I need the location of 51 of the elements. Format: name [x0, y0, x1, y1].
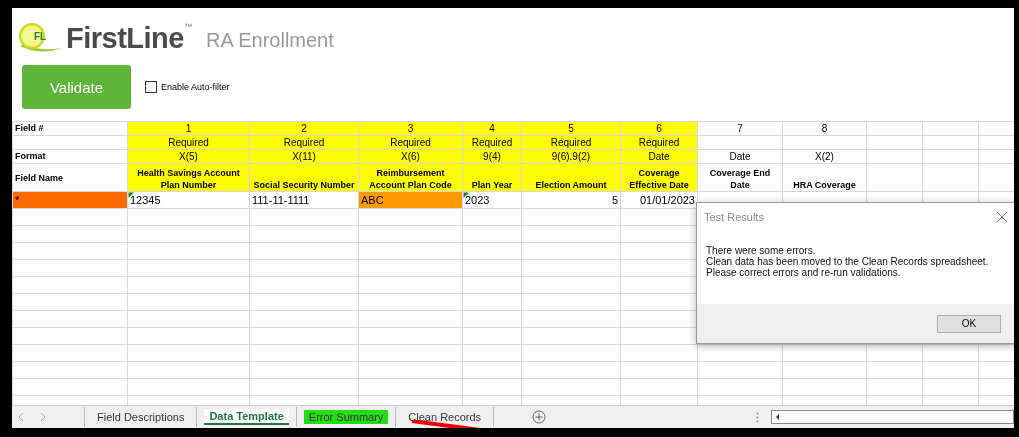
checkbox-label[interactable]: Enable Auto-filter [161, 82, 230, 92]
field-name-cell: Coverage End Date [697, 163, 783, 192]
field-name-cell: HRA Coverage [782, 163, 867, 192]
add-sheet-icon[interactable] [532, 410, 547, 424]
brand-name: FirstLine [66, 21, 184, 55]
field-number-cell: 3 [358, 121, 463, 136]
trademark: ™ [183, 22, 192, 31]
requirement-text: Required [168, 137, 209, 148]
field-name-cell: Health Savings Account Plan Number [127, 163, 250, 192]
logo-icon [18, 22, 62, 54]
sheet-tab[interactable]: Error Summary [303, 410, 389, 424]
row-label: Field # [12, 121, 128, 136]
field-name-cell: Election Amount [521, 163, 621, 192]
scroll-right-icon[interactable] [40, 413, 46, 421]
field-number-cell: 6 [620, 121, 698, 136]
close-icon[interactable] [997, 212, 1007, 222]
format-cell: X(2) [782, 149, 867, 164]
field-number-cell: 1 [127, 121, 250, 136]
message-text: Please correct errors and re-run validations. [706, 267, 902, 278]
sheet-tab[interactable]: Data Template [204, 409, 289, 425]
data-cell[interactable]: 5 [521, 191, 621, 209]
dialog-title: Test Results [704, 211, 764, 223]
field-number-cell: 7 [697, 121, 783, 136]
sheet-tab[interactable]: Clean Records [403, 410, 487, 424]
checkbox[interactable] [145, 81, 157, 93]
requirement-text: Required [638, 137, 680, 148]
field-name-cell: Social Security Number [249, 163, 359, 192]
data-cell[interactable]: 2023 [462, 191, 522, 209]
row-label: Format [12, 149, 128, 164]
requirement-text: Required [283, 137, 325, 148]
field-name-cell: Plan Year [462, 163, 522, 192]
requirement-text: Required [550, 137, 592, 148]
field-name-cell: Reimbursement Account Plan Code [358, 163, 463, 192]
field-name-cell: Coverage Effective Date [620, 163, 698, 192]
message-text: Clean data has been moved to the Clean Records spreadsheet. [706, 256, 990, 267]
format-cell: Date [697, 149, 783, 164]
row-label: Field Name [12, 163, 128, 192]
app-title: RA Enrollment [205, 28, 334, 52]
field-number-cell: 4 [462, 121, 522, 136]
message-text: There were some errors. [706, 245, 817, 256]
ok-button[interactable]: OK [937, 314, 1001, 333]
splitter-handle-icon[interactable] [756, 411, 760, 423]
field-number-cell: 8 [782, 121, 867, 136]
requirement-text: Required [471, 137, 513, 148]
data-cell[interactable]: 111-11-1111 [249, 191, 359, 209]
data-cell[interactable]: 12345 [127, 191, 250, 209]
field-number-cell: 5 [521, 121, 621, 136]
requirement-text: Required [390, 137, 431, 148]
sheet-tab[interactable]: Field Descriptions [92, 410, 190, 424]
field-number-cell: 2 [249, 121, 359, 136]
horizontal-scrollbar[interactable] [771, 410, 1014, 424]
